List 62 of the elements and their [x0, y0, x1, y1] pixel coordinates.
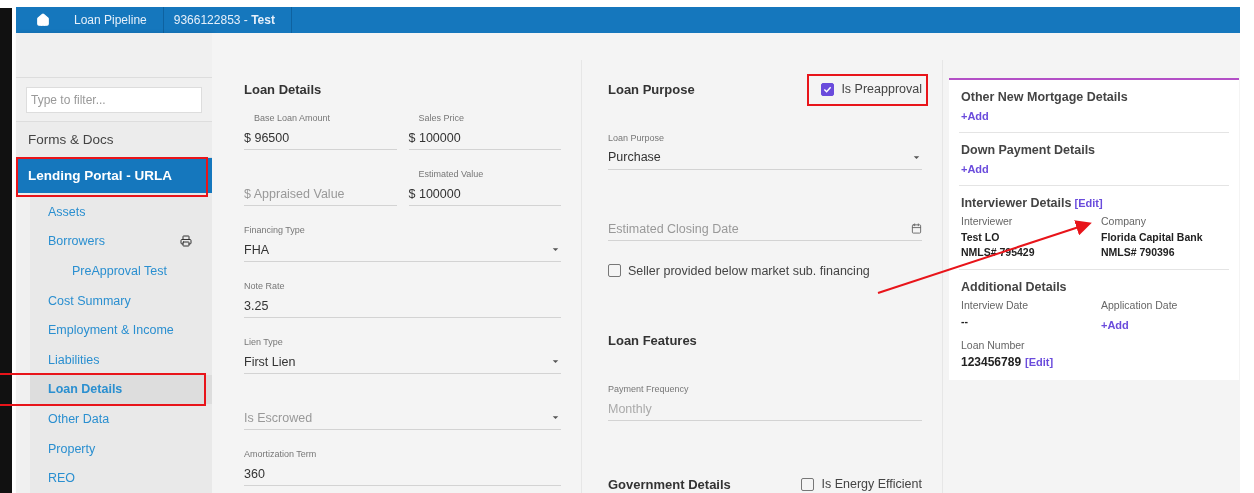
preapproval-checkbox[interactable]: Is Preapproval	[821, 82, 922, 96]
detail-value: Test LO	[961, 231, 1001, 243]
detail-value: --	[961, 315, 969, 327]
section-title: Other New Mortgage Details	[961, 90, 1128, 104]
add-link[interactable]: +Add	[961, 163, 989, 175]
nav-section[interactable]: Forms & Docs	[16, 121, 212, 157]
nav-section[interactable]: Lending Portal - URLA	[16, 157, 212, 193]
input-field[interactable]: $ 96500	[244, 126, 397, 150]
nav-item[interactable]: REO	[30, 463, 212, 493]
field-label: Amortization Term	[244, 449, 318, 459]
select-field[interactable]: First Lien	[244, 350, 561, 374]
field-label: Note Rate	[244, 281, 286, 291]
section-title: Interviewer Details	[961, 196, 1072, 210]
field-label: Estimated Value	[417, 169, 485, 179]
nav-item[interactable]: Liabilities	[30, 344, 212, 375]
calendar-icon	[911, 223, 922, 235]
nav-item[interactable]: Cost Summary	[30, 285, 212, 316]
checkbox[interactable]	[801, 477, 815, 491]
section-title: Loan Features	[608, 332, 697, 348]
section-title: Additional Details	[961, 280, 1067, 294]
input-field[interactable]: $ 100000	[408, 182, 561, 206]
select-field[interactable]: FHA	[244, 238, 561, 262]
checkbox[interactable]	[821, 82, 835, 96]
check-icon	[823, 84, 833, 94]
detail-label: Interview Date	[961, 299, 1030, 311]
nav-item[interactable]: Borrowers	[30, 226, 212, 257]
field-label: Loan Purpose	[608, 132, 666, 143]
checkbox-row[interactable]: Seller provided below market sub. financing	[608, 263, 870, 278]
filter-field[interactable]: Type to filter...	[26, 87, 202, 113]
detail-value: 123456789	[961, 355, 1022, 369]
detail-value: Florida Capital Bank	[1101, 231, 1204, 243]
field-label: Financing Type	[244, 225, 306, 235]
input-field[interactable]: $ 100000	[408, 126, 561, 150]
section-title: Loan Purpose	[608, 81, 695, 97]
nav-item[interactable]: Assets	[30, 197, 212, 227]
nav-item[interactable]: PreApproval Test	[30, 256, 212, 286]
checkbox[interactable]	[608, 264, 621, 278]
home-icon[interactable]	[36, 13, 50, 27]
nav-item[interactable]: Property	[30, 433, 212, 464]
energy-efficient-checkbox[interactable]: Is Energy Efficient	[801, 477, 922, 491]
detail-label: Application Date	[1101, 299, 1179, 311]
field-label: Base Loan Amount	[253, 113, 332, 123]
select-field[interactable]: Purchase	[608, 145, 922, 170]
input-field[interactable]: 360	[244, 462, 561, 486]
edit-link[interactable]: [Edit]	[1025, 356, 1054, 368]
nav-item[interactable]: Employment & Income	[30, 315, 212, 345]
input-field[interactable]: 3.25	[244, 294, 561, 318]
printer-icon[interactable]	[180, 235, 192, 248]
add-link[interactable]: +Add	[961, 110, 989, 122]
section-title: Down Payment Details	[961, 143, 1096, 157]
field-label: Payment Frequency	[608, 384, 690, 394]
add-link[interactable]: +Add	[1101, 319, 1129, 331]
nav-item[interactable]: Other Data	[30, 404, 212, 434]
field-label: Sales Price	[417, 113, 466, 123]
section-title: Loan Details	[244, 81, 322, 97]
field-label: Lien Type	[244, 337, 284, 347]
section-title: Government Details	[608, 476, 731, 492]
detail-value: NMLS# 790396	[1101, 246, 1176, 258]
detail-label: Interviewer	[961, 215, 1014, 227]
edit-link[interactable]: [Edit]	[1074, 197, 1103, 209]
detail-label: Loan Number	[961, 339, 1026, 351]
detail-label: Company	[1101, 215, 1147, 227]
